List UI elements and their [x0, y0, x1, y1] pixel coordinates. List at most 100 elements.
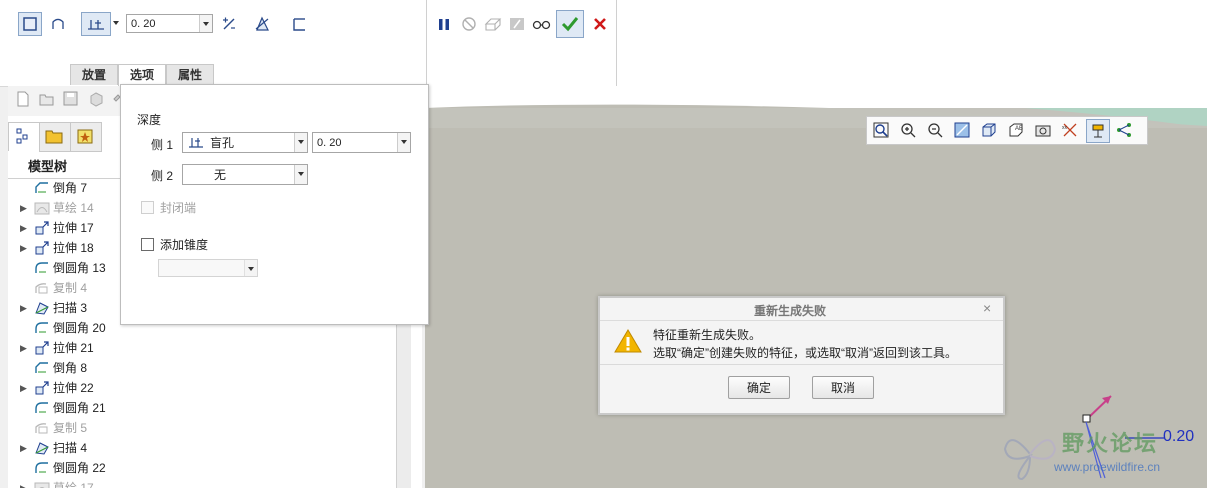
tree-item-label: 倒角 8	[53, 361, 88, 375]
watermark-title: 野火论坛	[1062, 431, 1159, 456]
tree-item-label: 草绘 17	[53, 481, 94, 488]
side1-type-text: 盲孔	[210, 136, 235, 150]
chevron-down-icon[interactable]	[294, 133, 307, 152]
dialog-message-line2: 选取“确定”创建失败的特征，或选取“取消”返回到该工具。	[653, 346, 957, 360]
chevron-down-icon[interactable]	[294, 165, 307, 184]
flip-direction-icon[interactable]	[217, 12, 241, 36]
chamfer-icon	[34, 361, 50, 375]
new-file-icon[interactable]	[16, 91, 30, 110]
ok-button[interactable]: 确定	[728, 376, 790, 399]
feature-dashboard: 0. 20 放置 选项 属性	[0, 0, 1207, 87]
expand-arrow-icon[interactable]: ▶	[20, 238, 27, 258]
side1-value-text: 0. 20	[317, 137, 342, 149]
expand-arrow-icon[interactable]: ▶	[20, 198, 27, 218]
zoom-in-icon[interactable]	[897, 119, 919, 141]
tree-item-label: 拉伸 22	[53, 381, 94, 395]
tab-placement[interactable]: 放置	[70, 64, 118, 85]
chevron-down-icon[interactable]	[244, 260, 257, 276]
tree-item-label: 倒圆角 20	[53, 321, 106, 335]
add-taper-checkbox[interactable]	[141, 238, 154, 251]
cap-ends-label: 封闭端	[160, 201, 197, 215]
display-style-icon[interactable]	[978, 119, 1000, 141]
tab-properties-label: 属性	[177, 68, 202, 82]
surface-icon[interactable]	[46, 12, 70, 36]
expand-arrow-icon[interactable]: ▶	[20, 478, 27, 488]
remove-material-icon[interactable]	[250, 12, 274, 36]
favorites-tab-icon[interactable]	[70, 122, 102, 152]
annotation-display-icon[interactable]	[1086, 119, 1110, 143]
thicken-sketch-icon[interactable]	[287, 12, 311, 36]
refit-icon[interactable]	[870, 119, 892, 141]
view-toolbar: AB xx	[866, 116, 1148, 145]
tree-item[interactable]: 倒圆角 21	[8, 398, 388, 418]
zoom-out-icon[interactable]	[924, 119, 946, 141]
depth-label: 深度	[137, 113, 162, 127]
depth-type-dropdown[interactable]	[111, 12, 121, 34]
expand-arrow-icon[interactable]: ▶	[20, 218, 27, 238]
tree-item-label: 复制 5	[53, 421, 88, 435]
tree-item[interactable]: 倒角 8	[8, 358, 388, 378]
feature-preview-icon[interactable]	[481, 12, 505, 36]
expand-arrow-icon[interactable]: ▶	[20, 338, 27, 358]
pause-icon[interactable]	[432, 12, 456, 36]
no-preview-icon[interactable]	[457, 12, 481, 36]
regenerate-icon[interactable]	[88, 91, 104, 110]
expand-arrow-icon[interactable]: ▶	[20, 298, 27, 318]
options-panel: 深度 侧 1 盲孔 0. 20 侧 2 无 封闭端 添加锥度	[120, 84, 429, 325]
sweep-icon	[34, 301, 50, 315]
repaint-icon[interactable]	[951, 119, 973, 141]
regeneration-failed-dialog: 重新生成失败 × 特征重新生成失败。 选取“确定”创建失败的特征，或选取“取消”…	[598, 296, 1005, 415]
tree-item[interactable]: ▶ 拉伸 21	[8, 338, 388, 358]
warning-icon	[614, 328, 642, 357]
chevron-down-icon[interactable]	[199, 15, 212, 32]
svg-text:xx: xx	[1062, 125, 1068, 131]
butterfly-logo-icon	[1003, 439, 1057, 481]
extrude-icon	[34, 241, 50, 255]
solid-icon[interactable]	[18, 12, 42, 36]
spin-center-icon[interactable]	[1113, 119, 1135, 141]
side2-depth-type-select[interactable]: 无	[182, 164, 308, 185]
saved-views-icon[interactable]: AB	[1005, 119, 1027, 141]
tree-item-label: 倒圆角 22	[53, 461, 106, 475]
tree-item[interactable]: ▶ 拉伸 22	[8, 378, 388, 398]
sketch-icon	[34, 481, 50, 488]
view-manager-icon[interactable]	[1032, 119, 1054, 141]
side1-depth-value-field[interactable]: 0. 20	[312, 132, 411, 153]
tree-item[interactable]: ▶ 草绘 17	[8, 478, 388, 488]
side2-label: 侧 2	[151, 169, 174, 183]
tree-item[interactable]: 复制 5	[8, 418, 388, 438]
cap-ends-checkbox[interactable]	[141, 201, 154, 214]
chamfer-icon	[34, 181, 50, 195]
side2-type-text: 无	[214, 168, 227, 182]
blind-depth-icon[interactable]	[81, 12, 111, 36]
tree-item-label: 倒圆角 13	[53, 261, 106, 275]
folder-browser-tab-icon[interactable]	[39, 122, 71, 152]
expand-arrow-icon[interactable]: ▶	[20, 438, 27, 458]
round-icon	[34, 401, 50, 415]
glasses-icon[interactable]	[530, 12, 554, 36]
round-icon	[34, 461, 50, 475]
tree-item[interactable]: ▶ 扫描 4	[8, 438, 388, 458]
verify-icon[interactable]	[505, 12, 529, 36]
copy-icon	[34, 421, 50, 435]
tab-properties[interactable]: 属性	[166, 64, 214, 85]
expand-arrow-icon[interactable]: ▶	[20, 378, 27, 398]
accept-checkmark-icon[interactable]	[556, 10, 584, 38]
save-icon[interactable]	[63, 91, 78, 109]
close-icon[interactable]: ×	[983, 300, 991, 316]
watermark-url: www.proewildfire.cn	[1054, 460, 1161, 474]
open-folder-icon[interactable]	[39, 91, 55, 110]
taper-value-field[interactable]	[158, 259, 258, 277]
tree-item[interactable]: 倒圆角 22	[8, 458, 388, 478]
side1-depth-type-select[interactable]: 盲孔	[182, 132, 308, 153]
tab-options[interactable]: 选项	[118, 64, 166, 86]
chevron-down-icon[interactable]	[397, 133, 410, 152]
tree-item-label: 拉伸 17	[53, 221, 94, 235]
datum-display-icon[interactable]: xx	[1059, 119, 1081, 141]
model-tree-tab-icon[interactable]	[8, 122, 40, 151]
depth-value-field[interactable]: 0. 20	[126, 14, 213, 33]
navigator-tabs	[8, 122, 103, 152]
cancel-x-icon[interactable]	[588, 12, 612, 36]
round-icon	[34, 321, 50, 335]
cancel-button[interactable]: 取消	[812, 376, 874, 399]
